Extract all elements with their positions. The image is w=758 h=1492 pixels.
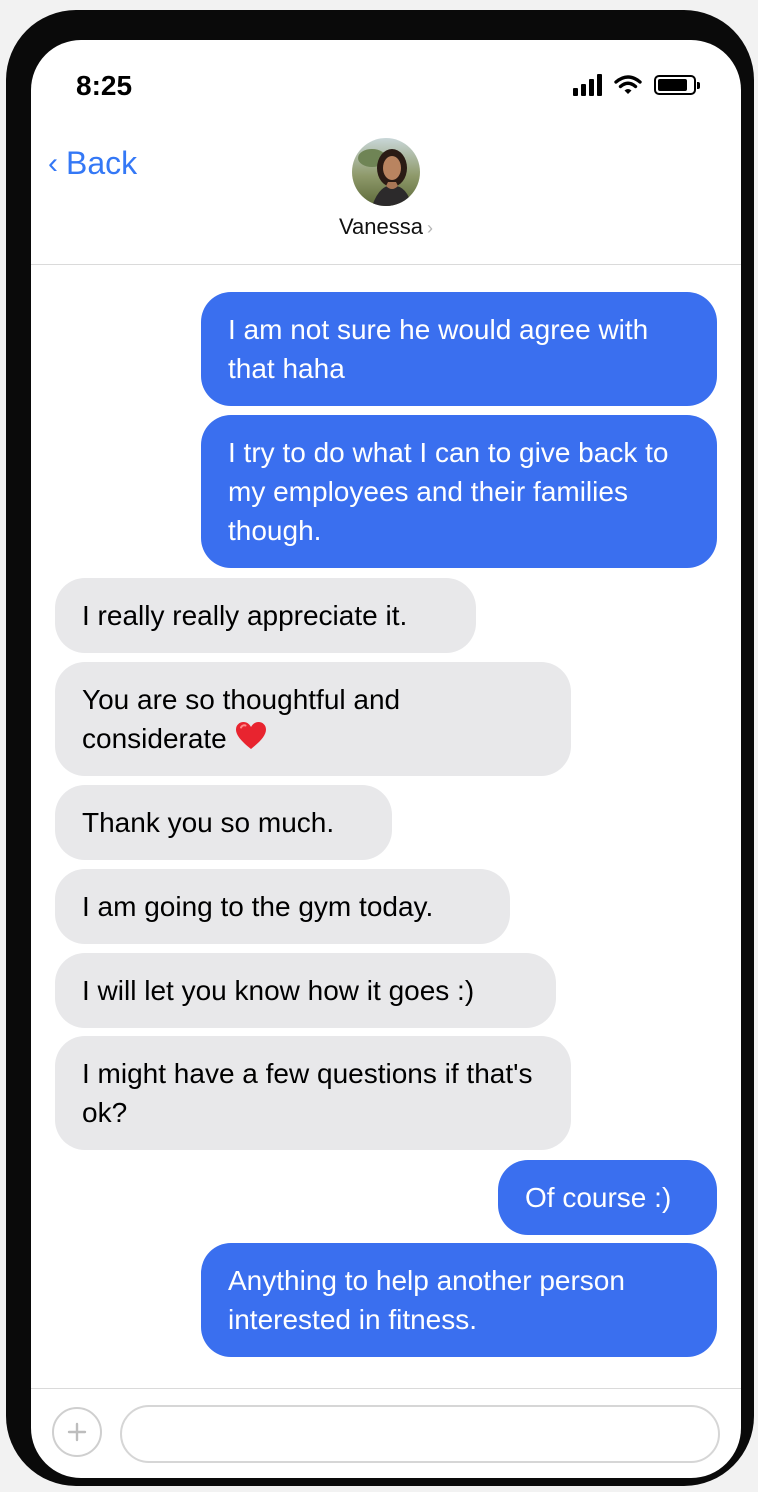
back-label: Back: [66, 145, 138, 181]
contact-name: Vanessa: [339, 214, 423, 239]
status-icons: [573, 70, 700, 100]
chevron-left-icon: ‹: [48, 146, 58, 180]
received-message-bubble[interactable]: I might have a few questions if that's o…: [55, 1036, 571, 1150]
status-bar: 8:25: [31, 40, 741, 130]
wifi-icon: [614, 75, 642, 94]
message-text: I really really appreciate it.: [82, 600, 408, 631]
battery-icon: [654, 75, 700, 95]
sent-message-bubble[interactable]: Of course :): [498, 1160, 717, 1235]
received-message-bubble[interactable]: Thank you so much.: [55, 785, 392, 860]
plus-icon: [67, 1422, 87, 1442]
message-text: I might have a few questions if that's o…: [82, 1058, 533, 1128]
received-message-bubble[interactable]: I really really appreciate it.: [55, 578, 476, 653]
message-text: I am not sure he would agree with that h…: [228, 314, 649, 384]
received-message-bubble[interactable]: You are so thoughtful and considerate: [55, 662, 571, 776]
sent-message-bubble[interactable]: I am not sure he would agree with that h…: [201, 292, 717, 406]
back-button[interactable]: ‹ Back: [48, 145, 137, 182]
sent-message-bubble[interactable]: I try to do what I can to give back to m…: [201, 415, 717, 568]
message-text: I will let you know how it goes :): [82, 975, 475, 1006]
conversation-header: ‹ Back Vanessa ›: [31, 130, 741, 265]
message-text: Anything to help another person interest…: [228, 1265, 625, 1335]
received-message-bubble[interactable]: I will let you know how it goes :): [55, 953, 556, 1028]
message-input[interactable]: [120, 1405, 720, 1463]
phone-frame: 8:25 ‹ Back Vanessa › I am not sure he w…: [6, 10, 754, 1486]
message-text: I am going to the gym today.: [82, 891, 434, 922]
compose-bar: [31, 1388, 741, 1478]
add-attachment-button[interactable]: [52, 1407, 102, 1457]
cellular-signal-icon: [573, 74, 602, 96]
chevron-right-icon: ›: [426, 218, 433, 238]
screen: 8:25 ‹ Back Vanessa › I am not sure he w…: [31, 40, 741, 1478]
received-message-bubble[interactable]: I am going to the gym today.: [55, 869, 510, 944]
message-text: Thank you so much.: [82, 807, 335, 838]
contact-avatar[interactable]: [352, 138, 420, 206]
contact-name-button[interactable]: Vanessa ›: [31, 214, 741, 240]
sent-message-bubble[interactable]: Anything to help another person interest…: [201, 1243, 717, 1357]
message-text: Of course :): [525, 1182, 672, 1213]
status-time: 8:25: [76, 70, 133, 101]
avatar-photo: [352, 138, 420, 206]
red-heart-icon: [235, 722, 266, 749]
message-text: I try to do what I can to give back to m…: [228, 437, 669, 546]
